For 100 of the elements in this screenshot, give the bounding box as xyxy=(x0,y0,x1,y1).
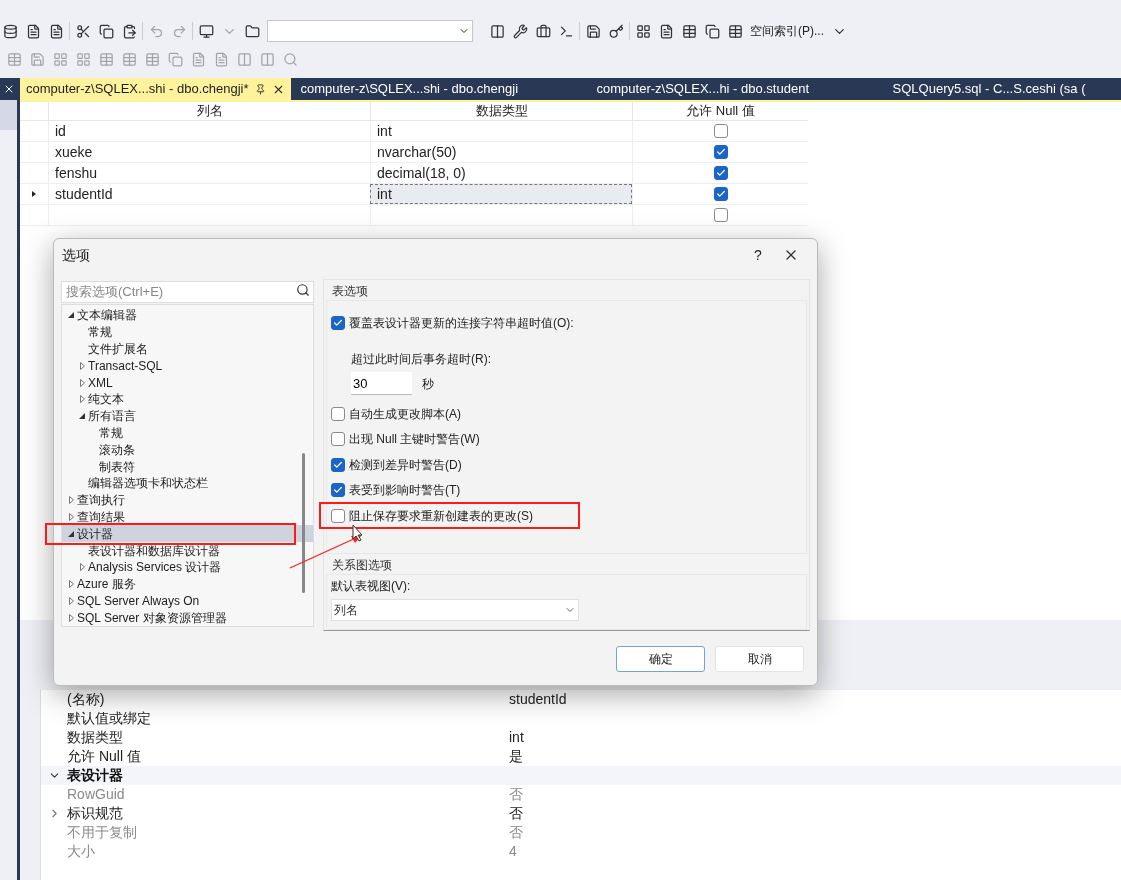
tree-item[interactable]: Azure 服务 xyxy=(62,575,313,593)
timeout-label: 超过此时间后事务超时(R): xyxy=(351,351,492,368)
group-title: 关系图选项 xyxy=(332,556,393,574)
document-tab[interactable]: computer-z\SQLEX...shi - dbo.chengji* xyxy=(20,78,291,100)
property-name: 数据类型 xyxy=(67,728,124,747)
property-name: 标识规范 xyxy=(67,804,124,823)
table-cell-text: studentId xyxy=(55,184,113,204)
check-icon xyxy=(715,189,726,199)
check-icon xyxy=(715,147,726,157)
scrollbar-thumb[interactable] xyxy=(302,453,305,593)
property-value: 4 xyxy=(509,842,517,861)
checkbox[interactable] xyxy=(331,508,345,523)
column-header: 列名 xyxy=(48,102,370,120)
document-tab[interactable]: SQLQuery5.sql - C...S.ceshi (sa ( xyxy=(886,78,1121,100)
unit-label: 秒 xyxy=(422,375,434,393)
property-value: 否 xyxy=(509,804,523,823)
checkbox-label: 出现 Null 主键时警告(W) xyxy=(349,431,480,449)
tree-item[interactable]: 设计器 xyxy=(62,525,313,543)
checkbox[interactable] xyxy=(713,187,728,201)
pin-icon[interactable] xyxy=(254,83,266,95)
checkbox[interactable] xyxy=(713,145,728,159)
dialog-button[interactable]: 取消 xyxy=(715,646,804,672)
property-name: RowGuid xyxy=(67,785,126,804)
property-name: 允许 Null 值 xyxy=(67,747,142,766)
collapsed-triangle-icon[interactable] xyxy=(79,378,85,387)
toolbar-button[interactable]: 空间索引(P)... xyxy=(748,22,826,40)
checkbox[interactable] xyxy=(713,208,728,222)
property-value: 否 xyxy=(509,823,523,842)
checkbox[interactable] xyxy=(331,316,345,330)
search-field[interactable]: 搜索选项(Ctrl+E) xyxy=(61,280,314,303)
checkbox[interactable] xyxy=(713,166,728,180)
table-cell-text: decimal(18, 0) xyxy=(377,163,466,183)
checkbox[interactable] xyxy=(331,457,345,472)
property-name: 不用于复制 xyxy=(67,823,138,842)
collapsed-triangle-icon[interactable] xyxy=(68,613,74,622)
tree-item[interactable]: 所有语言 xyxy=(62,407,313,425)
collapsed-triangle-icon[interactable] xyxy=(68,496,74,505)
view-dropdown[interactable]: 列名 xyxy=(331,598,579,621)
checkbox-label: 覆盖表设计器更新的连接字符串超时值(O): xyxy=(349,315,574,332)
table-cell-text: id xyxy=(55,121,66,141)
property-name: (名称) xyxy=(67,690,106,709)
column-header: 数据类型 xyxy=(370,102,632,120)
checkbox[interactable] xyxy=(331,406,345,421)
collapsed-triangle-icon[interactable] xyxy=(79,563,85,572)
tree-item[interactable]: 纯文本 xyxy=(62,391,313,408)
column-header: 允许 Null 值 xyxy=(632,102,808,120)
cursor-icon xyxy=(352,524,363,542)
tree-item[interactable]: SQL Server Always On xyxy=(62,592,313,610)
table-cell-text: nvarchar(50) xyxy=(377,142,457,162)
dialog-button[interactable]: 确定 xyxy=(616,646,705,672)
tree-item[interactable]: SQL Server 对象资源管理器 xyxy=(62,609,313,626)
tree-item[interactable]: XML xyxy=(62,374,313,391)
check-icon xyxy=(333,485,343,496)
collapsed-triangle-icon[interactable] xyxy=(68,580,74,589)
tree-item[interactable]: 查询执行 xyxy=(62,491,313,509)
tree-item[interactable]: Transact-SQL xyxy=(62,357,313,375)
collapsed-triangle-icon[interactable] xyxy=(79,395,85,404)
expanded-triangle-icon[interactable] xyxy=(68,530,74,537)
property-value: studentId xyxy=(509,690,567,709)
tree-item[interactable]: 查询结果 xyxy=(62,508,313,526)
tree-item[interactable]: Analysis Services 设计器 xyxy=(62,558,313,576)
expanded-triangle-icon[interactable] xyxy=(68,312,74,319)
checkbox-label: 自动生成更改脚本(A) xyxy=(349,405,461,423)
collapsed-triangle-icon[interactable] xyxy=(68,512,74,521)
table-row[interactable]: studentId int xyxy=(20,184,808,205)
property-name: 大小 xyxy=(67,842,96,861)
tree-item[interactable]: 文本编辑器 xyxy=(62,307,313,324)
tree-item[interactable]: 表设计器和数据库设计器 xyxy=(62,542,313,559)
collapsed-triangle-icon[interactable] xyxy=(68,596,74,605)
check-icon xyxy=(333,318,343,328)
help-button[interactable]: ? xyxy=(743,244,773,266)
timeout-field[interactable]: 30 xyxy=(351,372,412,395)
tree-item[interactable]: 常规 xyxy=(62,323,313,341)
property-value: 是 xyxy=(509,747,523,766)
check-icon xyxy=(333,459,343,470)
document-tab[interactable]: computer-z\SQLEX...shi - dbo.chengji xyxy=(294,78,591,100)
tree-item[interactable]: 常规 xyxy=(62,424,313,442)
field-label: 默认表视图(V): xyxy=(331,577,412,595)
checkbox[interactable] xyxy=(331,483,345,498)
checkbox-label: 表受到影响时警告(T) xyxy=(349,482,461,500)
tree-item[interactable]: 文件扩展名 xyxy=(62,340,313,358)
tree-item[interactable]: 编辑器选项卡和状态栏 xyxy=(62,474,313,492)
checkbox-label: 阻止保存要求重新创建表的更改(S) xyxy=(349,507,533,525)
checkbox[interactable] xyxy=(331,432,345,447)
property-name: 默认值或绑定 xyxy=(67,709,152,728)
table-row[interactable]: id int xyxy=(20,121,808,142)
dialog-title: 选项 xyxy=(62,245,91,265)
check-icon xyxy=(715,168,726,178)
table-cell-text: fenshu xyxy=(55,163,98,183)
expanded-triangle-icon[interactable] xyxy=(79,413,85,420)
tree-item[interactable]: 滚动条 xyxy=(62,441,313,459)
property-value: int xyxy=(509,728,524,747)
checkbox[interactable] xyxy=(713,124,728,138)
tree-item[interactable]: 制表符 xyxy=(62,458,313,475)
table-cell-text: xueke xyxy=(55,142,93,162)
table-row[interactable]: xueke nvarchar(50) xyxy=(20,142,808,163)
checkbox-label: 检测到差异时警告(D) xyxy=(349,456,462,474)
search-icon xyxy=(296,283,310,297)
collapsed-triangle-icon[interactable] xyxy=(79,361,85,370)
document-tab[interactable]: computer-z\SQLEX...hi - dbo.student xyxy=(590,78,887,100)
